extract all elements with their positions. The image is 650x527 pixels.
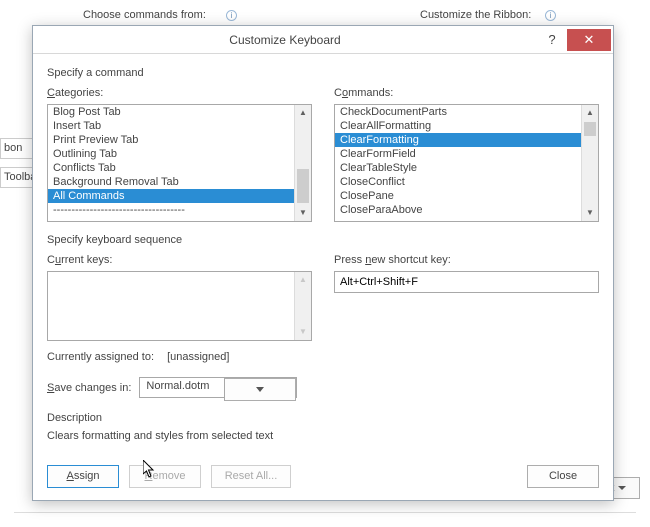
categories-label: Categories: <box>47 87 312 99</box>
scrollbar[interactable]: ▲ ▼ <box>294 272 311 340</box>
description-body: Clears formatting and styles from select… <box>47 430 599 442</box>
list-item[interactable]: Outlining Tab <box>48 147 294 161</box>
scroll-thumb[interactable] <box>297 169 309 203</box>
scroll-up-icon[interactable]: ▲ <box>295 272 311 288</box>
list-item[interactable]: Blog Post Tab <box>48 105 294 119</box>
dialog-title: Customize Keyboard <box>33 33 537 47</box>
list-item[interactable]: Background Removal Tab <box>48 175 294 189</box>
scrollbar[interactable]: ▲ ▼ <box>581 105 598 221</box>
currently-assigned-value: [unassigned] <box>167 351 229 363</box>
customize-ribbon-label: Customize the Ribbon: <box>420 9 531 21</box>
specify-sequence-label: Specify keyboard sequence <box>47 234 599 246</box>
list-item[interactable]: ClearAllFormatting <box>335 119 581 133</box>
remove-button: Remove <box>129 465 201 488</box>
press-new-label: Press new shortcut key: <box>334 254 599 266</box>
choose-commands-label: Choose commands from: <box>83 9 206 21</box>
specify-command-label: Specify a command <box>47 67 599 79</box>
bg-partial-tab: bon <box>0 138 32 159</box>
save-changes-value: Normal.dotm <box>140 378 224 397</box>
scroll-down-icon[interactable]: ▼ <box>295 324 311 340</box>
save-changes-select[interactable]: Normal.dotm <box>139 377 297 398</box>
info-icon[interactable]: i <box>545 10 556 21</box>
scroll-down-icon[interactable]: ▼ <box>295 205 311 221</box>
current-keys-label: Current keys: <box>47 254 312 266</box>
close-button[interactable]: Close <box>527 465 599 488</box>
list-item[interactable]: ClearFormField <box>335 147 581 161</box>
categories-listbox[interactable]: Blog Post TabInsert TabPrint Preview Tab… <box>47 104 312 222</box>
scroll-thumb[interactable] <box>584 122 596 136</box>
list-item[interactable]: All Commands <box>48 189 294 203</box>
list-item[interactable]: CheckDocumentParts <box>335 105 581 119</box>
list-item[interactable]: Print Preview Tab <box>48 133 294 147</box>
scroll-down-icon[interactable]: ▼ <box>582 205 598 221</box>
list-item[interactable]: Insert Tab <box>48 119 294 133</box>
help-button[interactable]: ? <box>537 29 567 51</box>
save-changes-label: Save changes in: <box>47 382 131 394</box>
description-label: Description <box>47 412 599 424</box>
current-keys-box[interactable]: ▲ ▼ <box>47 271 312 341</box>
list-item[interactable]: ClosePane <box>335 189 581 203</box>
list-item[interactable]: Conflicts Tab <box>48 161 294 175</box>
chevron-down-icon[interactable] <box>224 378 296 401</box>
reset-all-button[interactable]: Reset All... <box>211 465 291 488</box>
scroll-up-icon[interactable]: ▲ <box>295 105 311 121</box>
list-item[interactable]: CloseParaAbove <box>335 203 581 217</box>
customize-keyboard-dialog: Customize Keyboard ? ✕ Specify a command… <box>32 25 614 501</box>
titlebar: Customize Keyboard ? ✕ <box>33 26 613 54</box>
list-item[interactable]: CloseConflict <box>335 175 581 189</box>
assign-button[interactable]: Assign <box>47 465 119 488</box>
list-item[interactable]: ------------------------------------ <box>48 203 294 217</box>
bg-partial-tab: Toolba <box>0 167 32 188</box>
currently-assigned-label: Currently assigned to: <box>47 351 154 363</box>
scroll-up-icon[interactable]: ▲ <box>582 105 598 121</box>
new-shortcut-input[interactable] <box>334 271 599 293</box>
commands-label: Commands: <box>334 87 599 99</box>
scrollbar[interactable]: ▲ ▼ <box>294 105 311 221</box>
commands-listbox[interactable]: CheckDocumentPartsClearAllFormattingClea… <box>334 104 599 222</box>
info-icon[interactable]: i <box>226 10 237 21</box>
list-item[interactable]: ClearTableStyle <box>335 161 581 175</box>
close-icon[interactable]: ✕ <box>567 29 611 51</box>
list-item[interactable]: ClearFormatting <box>335 133 581 147</box>
